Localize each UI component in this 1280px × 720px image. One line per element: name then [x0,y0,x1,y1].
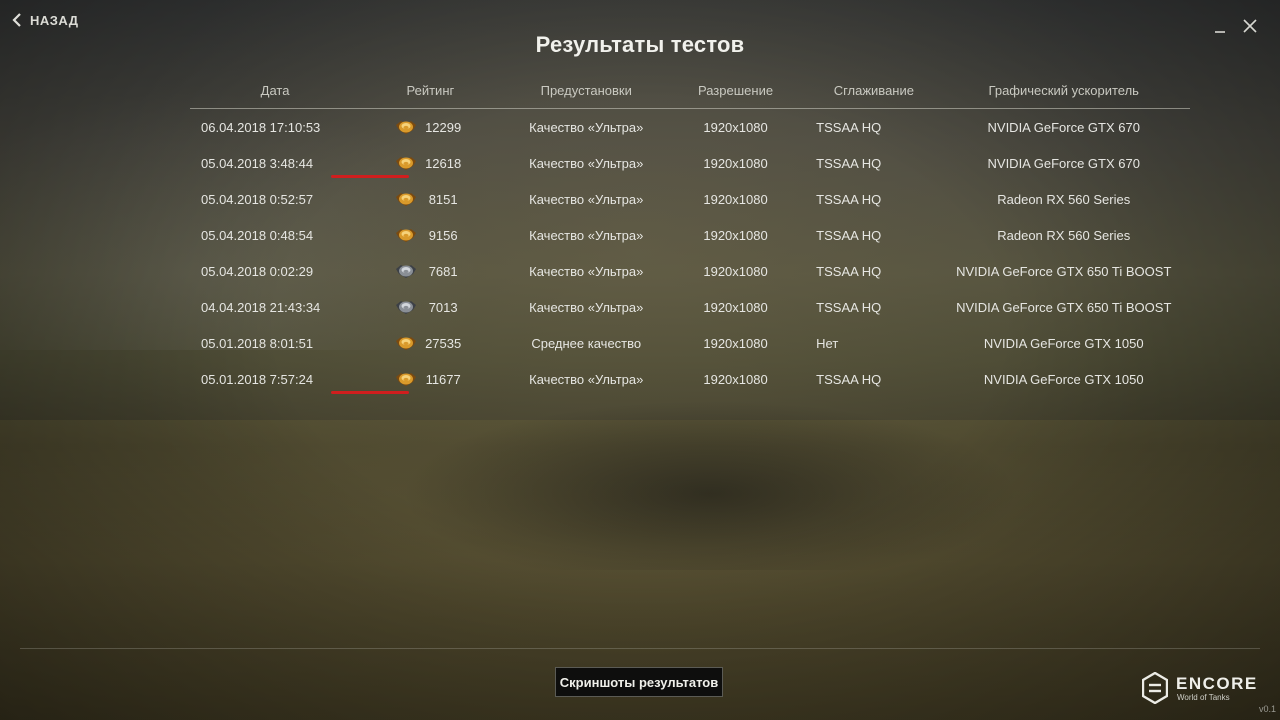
logo-text: ENCORE World of Tanks [1176,675,1258,702]
cell-preset: Качество «Ультра» [529,299,644,315]
cell-preset: Качество «Ультра» [529,371,644,387]
table-row: 04.04.2018 21:43:34 7013 Качество «Ультра»… [190,289,1190,325]
cell-date: 05.04.2018 3:48:44 [201,155,314,171]
encore-logo: ENCORE World of Tanks [1142,672,1258,704]
cell-gpu: NVIDIA GeForce GTX 670 [987,155,1140,171]
cell-rating: 7681 [349,253,511,289]
cell-rating: 8151 [349,181,511,217]
cell-preset: Качество «Ультра» [529,119,644,135]
column-header-rating: Рейтинг [349,72,512,109]
gold-medal-icon [396,337,417,350]
cell-gpu: NVIDIA GeForce GTX 650 Ti BOOST [956,263,1172,279]
cell-rating: 12299 [349,109,511,146]
cell-resolution: 1920x1080 [703,191,768,207]
cell-preset: Качество «Ультра» [529,191,644,207]
rating-value: 27535 [425,335,462,351]
cell-rating: 9156 [349,217,511,253]
silver-medal-icon [396,301,417,314]
version-label: v0.1 [1258,704,1276,714]
cell-date: 05.04.2018 0:52:57 [201,191,314,207]
column-header-resolution: Разрешение [660,72,811,109]
page-title: Результаты тестов [535,32,745,57]
rating-value: 9156 [428,227,458,243]
cell-gpu: NVIDIA GeForce GTX 1050 [983,371,1144,387]
back-label: НАЗАД [30,12,79,28]
rating-value: 11677 [425,371,461,387]
cell-preset: Качество «Ультра» [529,227,644,243]
cell-antialiasing: TSSAA HQ [816,299,882,315]
cell-date: 04.04.2018 21:43:34 [201,299,321,315]
cell-rating: 27535 [349,325,511,361]
back-button[interactable]: НАЗАД [12,12,79,28]
cell-gpu: Radeon RX 560 Series [997,191,1131,207]
highlight-underline [331,175,410,178]
cell-resolution: 1920x1080 [703,119,768,135]
cell-antialiasing: TSSAA HQ [816,191,882,207]
table-row: 05.04.2018 0:48:54 9156 Качество «Ультра» 1… [190,217,1190,253]
logo-brand: ENCORE [1176,673,1258,693]
app-window: НАЗАД Результаты тестов Дата Рейтинг Пре… [0,0,1280,720]
cell-date: 05.04.2018 0:02:29 [201,263,314,279]
results-table: Дата Рейтинг Предустановки Разрешение Сг… [190,72,1190,397]
column-header-date: Дата [190,72,350,109]
rating-value: 12299 [425,119,462,135]
cell-date: 05.01.2018 8:01:51 [201,335,314,351]
cell-antialiasing: Нет [816,335,839,351]
screenshots-button[interactable]: Скриншоты результатов [555,667,723,697]
cell-preset: Качество «Ультра» [529,155,644,171]
cell-date: 06.04.2018 17:10:53 [201,119,321,135]
encore-logo-icon [1142,672,1168,704]
cell-antialiasing: TSSAA HQ [816,155,882,171]
column-header-gpu: Графический ускоритель [937,72,1190,109]
rating-value: 8151 [428,191,458,207]
column-header-antialiasing: Сглаживание [810,72,938,109]
cell-resolution: 1920x1080 [703,155,768,171]
cell-rating: 7013 [349,289,511,325]
gold-medal-icon [396,229,417,242]
column-header-preset: Предустановки [511,72,661,109]
cell-date: 05.04.2018 0:48:54 [201,227,314,243]
gold-medal-icon [396,373,417,386]
highlight-underline [331,391,410,394]
cell-preset: Среднее качество [531,335,642,351]
gold-medal-icon [396,121,417,134]
table-header-row: Дата Рейтинг Предустановки Разрешение Сг… [190,72,1190,109]
rating-value: 7681 [428,263,458,279]
footer-divider [20,648,1260,649]
table-row: 05.04.2018 0:52:57 8151 Качество «Ультра» 1… [190,181,1190,217]
cell-gpu: NVIDIA GeForce GTX 1050 [983,335,1144,351]
chevron-left-icon [12,13,21,27]
silver-medal-icon [396,265,417,278]
cell-gpu: NVIDIA GeForce GTX 670 [987,119,1140,135]
cell-resolution: 1920x1080 [703,335,768,351]
cell-gpu: NVIDIA GeForce GTX 650 Ti BOOST [956,299,1172,315]
table-row: 05.04.2018 0:02:29 7681 Качество «Ультра» 1… [190,253,1190,289]
gold-medal-icon [396,193,417,206]
cell-resolution: 1920x1080 [703,371,768,387]
table-row: 06.04.2018 17:10:53 12299 Качество «Ультра… [190,109,1190,146]
logo-subtitle: World of Tanks [1177,692,1230,702]
rating-value: 7013 [428,299,458,315]
cell-resolution: 1920x1080 [703,227,768,243]
gold-medal-icon [396,157,417,170]
cell-date: 05.01.2018 7:57:24 [201,371,314,387]
cell-antialiasing: TSSAA HQ [816,119,882,135]
rating-value: 12618 [425,155,462,171]
cell-gpu: Radeon RX 560 Series [997,227,1131,243]
cell-resolution: 1920x1080 [703,263,768,279]
table-row: 05.01.2018 8:01:51 27535 Среднее качество 1… [190,325,1190,361]
cell-preset: Качество «Ультра» [529,263,644,279]
cell-resolution: 1920x1080 [703,299,768,315]
cell-antialiasing: TSSAA HQ [816,263,882,279]
cell-antialiasing: TSSAA HQ [816,371,882,387]
cell-antialiasing: TSSAA HQ [816,227,882,243]
